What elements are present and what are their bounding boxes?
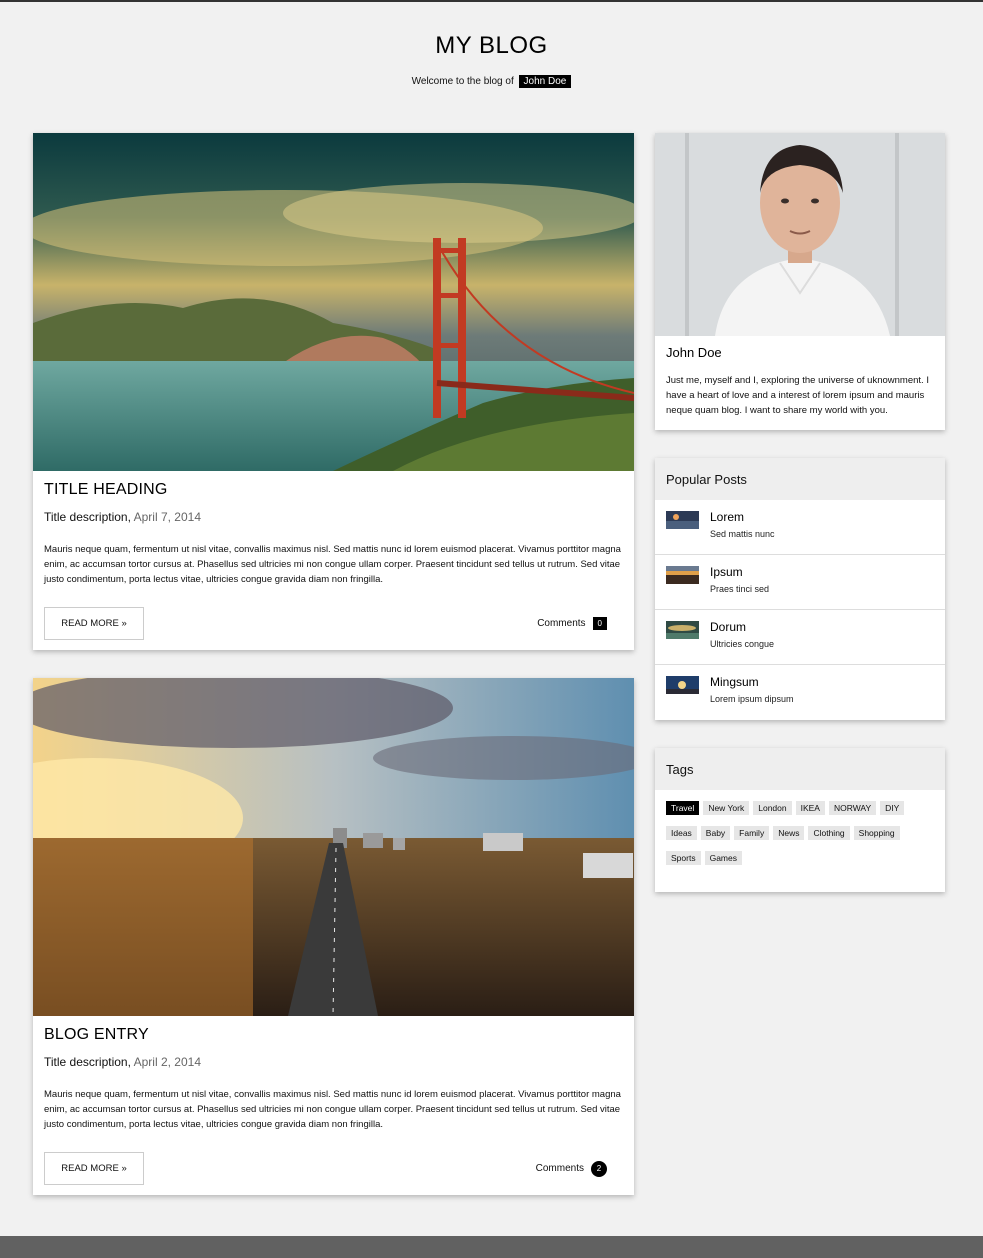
read-more-button[interactable]: READ MORE » — [44, 1152, 144, 1185]
post-subtitle: Title description, April 7, 2014 — [44, 510, 623, 524]
tag-diy[interactable]: DIY — [880, 801, 905, 815]
post-date: April 2, 2014 — [133, 1055, 201, 1069]
popular-post-item[interactable]: Lorem Sed mattis nunc — [655, 500, 945, 555]
popular-post-thumbnail — [666, 566, 699, 584]
comments-label: Comments — [535, 1163, 584, 1174]
blog-title: MY BLOG — [435, 32, 548, 59]
popular-post-item[interactable]: Mingsum Lorem ipsum dipsum — [655, 665, 945, 720]
tag-news[interactable]: News — [773, 826, 805, 840]
profile-photo — [655, 133, 945, 336]
popular-post-subtitle: Ultricies congue — [710, 639, 775, 649]
popular-post-text: Ipsum Praes tinci sed — [710, 565, 769, 594]
popular-post-item[interactable]: Ipsum Praes tinci sed — [655, 555, 945, 610]
post-image-golden-gate — [33, 133, 634, 471]
popular-post-thumbnail — [666, 676, 699, 694]
main-column: TITLE HEADING Title description, April 7… — [33, 133, 634, 1223]
welcome-line: Welcome to the blog of John Doe — [0, 75, 983, 88]
tag-cloud: Travel New York London IKEA NORWAY DIY I… — [655, 790, 945, 892]
tag-london[interactable]: London — [753, 801, 792, 815]
post-footer: READ MORE » Comments 0 — [44, 607, 623, 640]
post-body: BLOG ENTRY Title description, April 2, 2… — [33, 1016, 634, 1195]
popular-post-subtitle: Praes tinci sed — [710, 584, 770, 594]
popular-post-subtitle: Sed mattis nunc — [710, 529, 775, 539]
author-tag[interactable]: John Doe — [518, 75, 572, 88]
post-description: Title description, — [44, 1055, 131, 1069]
tags-heading: Tags — [655, 748, 945, 790]
popular-post-thumbnail — [666, 511, 699, 529]
tag-family[interactable]: Family — [734, 826, 770, 840]
tag-games[interactable]: Games — [704, 851, 742, 865]
post-description: Title description, — [44, 510, 131, 524]
post-image-city-sunset — [33, 678, 634, 1016]
popular-post-subtitle: Lorem ipsum dipsum — [710, 694, 794, 704]
post-title[interactable]: BLOG ENTRY — [44, 1026, 623, 1044]
welcome-text: Welcome to the blog of — [411, 76, 514, 87]
popular-post-title: Lorem — [710, 510, 745, 524]
popular-post-text: Lorem Sed mattis nunc — [710, 510, 775, 539]
profile-card: John Doe Just me, myself and I, explorin… — [655, 133, 945, 430]
tag-new-york[interactable]: New York — [703, 801, 750, 815]
tag-travel[interactable]: Travel — [666, 801, 700, 815]
popular-post-text: Dorum Ultricies congue — [710, 620, 774, 649]
popular-post-title: Dorum — [710, 620, 747, 634]
popular-post-thumbnail — [666, 621, 699, 639]
tags-widget: Tags Travel New York London IKEA NORWAY … — [655, 748, 945, 892]
popular-post-item[interactable]: Dorum Ultricies congue — [655, 610, 945, 665]
popular-post-title: Mingsum — [710, 675, 759, 689]
post-excerpt: Mauris neque quam, fermentum ut nisl vit… — [44, 544, 621, 585]
blog-post: TITLE HEADING Title description, April 7… — [33, 133, 634, 650]
comments-count-badge: 2 — [591, 1160, 607, 1177]
post-body: TITLE HEADING Title description, April 7… — [33, 471, 634, 650]
comments-link[interactable]: Comments 0 — [537, 617, 607, 630]
blog-header: MY BLOG Welcome to the blog of John Doe — [0, 2, 983, 133]
popular-post-title: Ipsum — [710, 565, 743, 579]
post-excerpt: Mauris neque quam, fermentum ut nisl vit… — [44, 1089, 621, 1130]
profile-body: John Doe Just me, myself and I, explorin… — [655, 336, 945, 430]
tag-sports[interactable]: Sports — [666, 851, 701, 865]
popular-posts-widget: Popular Posts Lorem Sed mattis nunc Ipsu… — [655, 458, 945, 720]
post-subtitle: Title description, April 2, 2014 — [44, 1055, 623, 1069]
post-title[interactable]: TITLE HEADING — [44, 481, 623, 499]
profile-name: John Doe — [666, 345, 722, 360]
tag-baby[interactable]: Baby — [700, 826, 731, 840]
blog-post: BLOG ENTRY Title description, April 2, 2… — [33, 678, 634, 1195]
sidebar: John Doe Just me, myself and I, explorin… — [655, 133, 945, 920]
read-more-button[interactable]: READ MORE » — [44, 607, 144, 640]
post-date: April 7, 2014 — [133, 510, 201, 524]
tag-clothing[interactable]: Clothing — [808, 826, 850, 840]
comments-count-badge: 0 — [592, 617, 607, 630]
tag-norway[interactable]: NORWAY — [828, 801, 877, 815]
comments-link[interactable]: Comments 2 — [535, 1160, 607, 1177]
popular-post-text: Mingsum Lorem ipsum dipsum — [710, 675, 794, 704]
footer-bar — [0, 1236, 983, 1258]
tag-ideas[interactable]: Ideas — [666, 826, 697, 840]
tag-ikea[interactable]: IKEA — [795, 801, 825, 815]
profile-bio: Just me, myself and I, exploring the uni… — [666, 375, 929, 416]
comments-label: Comments — [537, 618, 586, 629]
post-footer: READ MORE » Comments 2 — [44, 1152, 623, 1185]
popular-posts-heading: Popular Posts — [655, 458, 945, 500]
tag-shopping[interactable]: Shopping — [853, 826, 900, 840]
